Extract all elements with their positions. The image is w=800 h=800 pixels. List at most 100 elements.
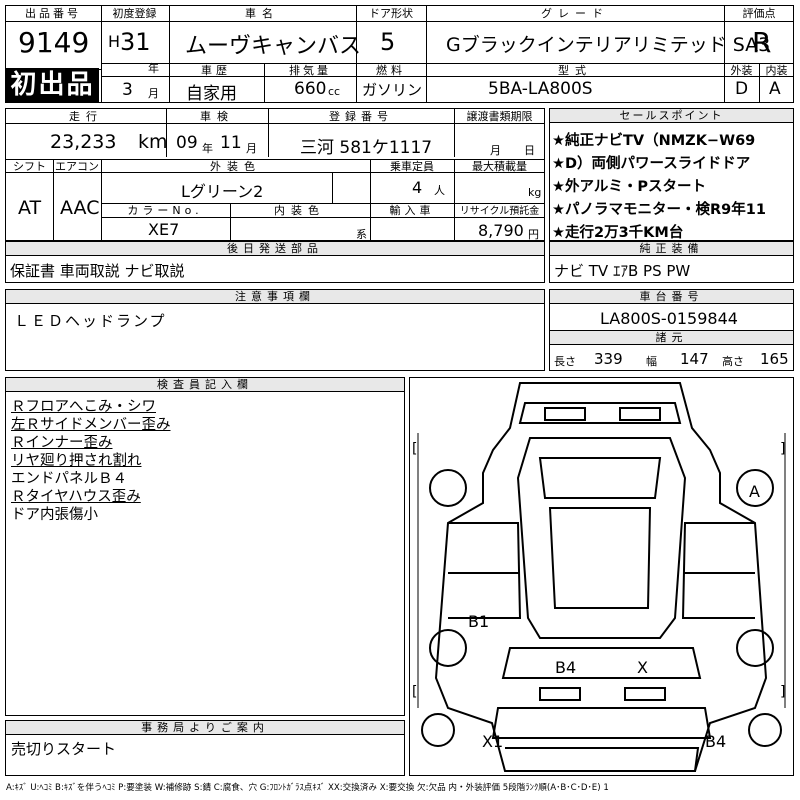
mark-b4-rear: B4 <box>555 658 576 677</box>
sales-point-4: ★パノラマモニター・検R9年11 <box>552 202 766 218</box>
int-color-unit: 系 <box>356 228 367 241</box>
plate-label: 登録番号 <box>329 110 393 123</box>
sales-point-2: ★D）両側パワースライドドア <box>552 156 751 172</box>
mileage: 23,233 <box>50 131 117 153</box>
delivery-value: 保証書 車両取説 ナビ取説 <box>10 262 185 280</box>
reg-year: 31 <box>120 28 151 56</box>
door-label: ドア形状 <box>369 7 413 20</box>
model: 5BA-LA800S <box>488 79 593 99</box>
equipment-label: 純正装備 <box>550 242 793 256</box>
mark-a: A <box>749 482 760 501</box>
color-no: XE7 <box>148 220 180 239</box>
exterior-grade: D <box>735 79 749 99</box>
capacity-label: 乗車定員 <box>390 160 434 173</box>
delivery-label: 後日発送部品 <box>6 242 544 256</box>
grade-label: グレード <box>541 7 609 20</box>
displacement-unit: cc <box>328 85 341 98</box>
bracket-right-2: ] <box>780 684 785 700</box>
color-no-label: カラーNo. <box>127 204 203 217</box>
inspection-month: 11 <box>220 133 242 153</box>
recycle-label: リサイクル預託金 <box>459 206 540 217</box>
transfer-day-unit: 日 <box>524 144 535 157</box>
year-unit: 年 <box>148 62 159 75</box>
capacity: 4 <box>412 178 423 197</box>
inspector-box: 検査員記入欄 Ｒフロアへこみ・シワ 左Ｒサイドメンバー歪み Ｒインナー歪み リヤ… <box>5 377 405 716</box>
doors: 5 <box>380 28 396 56</box>
history-label: 車歴 <box>201 64 231 77</box>
shift-label: シフト <box>13 160 46 173</box>
chassis-number: LA800S-0159844 <box>600 309 738 328</box>
displacement: 660 <box>294 79 327 99</box>
sales-points-box: セールスポイント ★純正ナビTV（NMZK−W69 ★D）両側パワースライドドア… <box>549 108 794 241</box>
shift: AT <box>18 197 42 219</box>
notes-label: 注意事項欄 <box>6 290 544 304</box>
office-label: 事務局よりご案内 <box>6 721 404 735</box>
legend: A:ｷｽﾞ U:ﾍｺﾐ B:ｷｽﾞを伴うﾍｺﾐ P:要塗装 W:補修跡 S:錆 … <box>6 783 609 793</box>
lot-no: 9149 <box>18 26 90 59</box>
first-reg-label: 初度登録 <box>112 7 157 20</box>
inspection-year-unit: 年 <box>202 142 213 155</box>
chassis-box: 車台番号 LA800S-0159844 諸元 長さ 339 幅 147 高さ 1… <box>549 289 794 371</box>
bracket-left-2: [ <box>412 684 417 700</box>
int-color-label: 内装色 <box>274 204 325 217</box>
import-label: 輸入車 <box>389 204 435 217</box>
sales-point-5: ★走行2万3千KM台 <box>552 225 684 241</box>
office-box: 事務局よりご案内 売切りスタート <box>5 720 405 776</box>
grade: Gブラックインテリアリミテッド SA3 <box>446 34 771 56</box>
car-diagram: [ ] [ ] A B1 B4 X X1 B4 <box>409 377 794 776</box>
length-label: 長さ <box>554 355 576 368</box>
interior-grade: A <box>769 79 781 99</box>
lot-no-label: 出品番号 <box>25 7 81 20</box>
sales-points-label: セールスポイント <box>550 109 793 123</box>
sales-point-3: ★外アルミ・Pスタート <box>552 179 706 195</box>
plate-number: 三河 581ケ1117 <box>300 138 433 158</box>
dims-label: 諸元 <box>550 331 793 345</box>
mark-b4-corner: B4 <box>705 732 726 751</box>
width: 147 <box>680 350 709 368</box>
mark-b1: B1 <box>468 612 489 631</box>
reg-month: 3 <box>122 80 133 100</box>
inspector-line-7: ドア内張傷小 <box>11 507 98 523</box>
inspector-label: 検査員記入欄 <box>6 378 404 392</box>
equipment-value: ナビ TV ｴｱB PS PW <box>554 262 691 280</box>
transfer-label: 譲渡書類期限 <box>466 110 533 123</box>
first-listing-badge: 初出品 <box>6 68 99 102</box>
era: H <box>108 32 121 51</box>
height: 165 <box>760 350 789 368</box>
mark-x-rear: X <box>637 658 648 677</box>
recycle-unit: 円 <box>528 228 539 241</box>
notes-value: ＬＥＤヘッドランプ <box>14 312 167 330</box>
bracket-right-1: ] <box>780 441 785 457</box>
car-name-label: 車名 <box>245 7 279 20</box>
max-load-label: 最大積載量 <box>472 160 527 173</box>
chassis-label: 車台番号 <box>550 290 793 304</box>
inspection-month-unit: 月 <box>246 142 257 155</box>
sales-point-1: ★純正ナビTV（NMZK−W69 <box>552 133 756 149</box>
inspection-year: 09 <box>176 133 198 153</box>
ac-label: エアコン <box>55 160 99 173</box>
capacity-unit: 人 <box>434 184 445 197</box>
displacement-label: 排気量 <box>289 64 331 77</box>
rating-label: 評価点 <box>742 7 776 20</box>
notes-box: 注意事項欄 ＬＥＤヘッドランプ <box>5 289 545 371</box>
car-name: ムーヴキャンバス <box>185 34 362 59</box>
vehicle-info-table <box>5 108 545 241</box>
interior-label: 内装 <box>765 64 788 77</box>
mileage-label: 走行 <box>69 110 103 123</box>
exterior-label: 外装 <box>730 64 753 77</box>
office-value: 売切りスタート <box>11 740 117 758</box>
ext-color: Lグリーン2 <box>181 182 264 201</box>
height-label: 高さ <box>722 355 744 368</box>
mileage-unit: km <box>138 131 168 153</box>
length: 339 <box>594 350 623 368</box>
ext-color-label: 外装色 <box>210 160 261 173</box>
month-unit: 月 <box>148 87 159 100</box>
rating: R <box>752 26 772 59</box>
transfer-month-unit: 月 <box>490 144 501 157</box>
fuel: ガソリン <box>362 81 423 99</box>
delivery-parts-box: 後日発送部品 保証書 車両取説 ナビ取説 <box>5 241 545 283</box>
mark-x1: X1 <box>482 732 503 751</box>
history: 自家用 <box>186 84 237 104</box>
max-load-unit: kg <box>528 186 542 199</box>
ac: AAC <box>60 197 100 219</box>
